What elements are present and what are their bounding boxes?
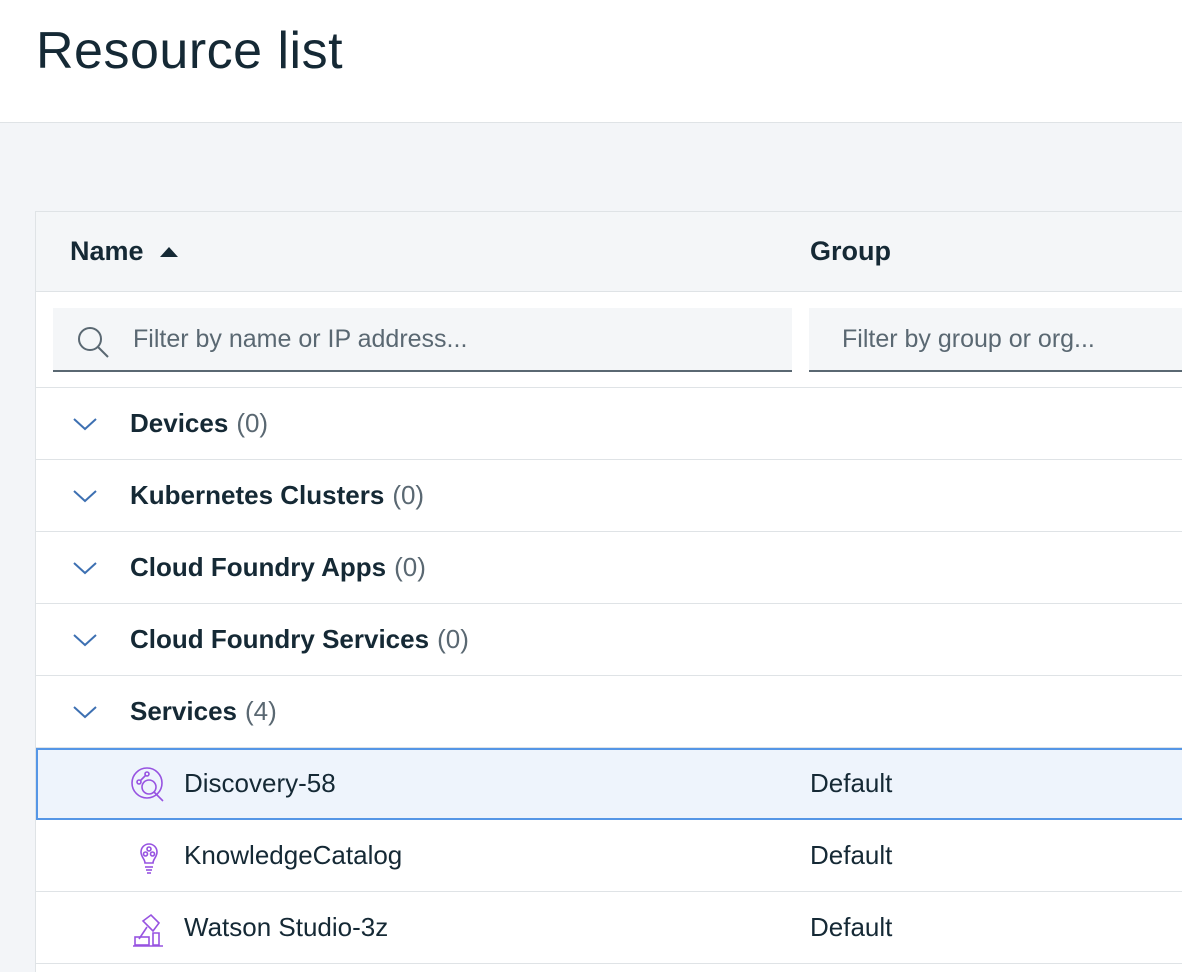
studio-icon — [129, 909, 169, 954]
chevron-down-icon[interactable] — [72, 632, 98, 653]
item-name[interactable]: Watson Studio-3z — [184, 912, 388, 943]
group-label: Cloud Foundry Apps (0) — [130, 552, 426, 583]
group-filter-field — [809, 308, 1182, 372]
table-row-watson-studio[interactable]: Watson Studio-3z Default — [36, 892, 1182, 964]
search-icon — [75, 324, 111, 365]
group-label: Services (4) — [130, 696, 277, 727]
table-header: Name Group — [36, 212, 1182, 292]
item-name[interactable]: Discovery-58 — [184, 768, 336, 799]
group-row-devices[interactable]: Devices (0) — [36, 388, 1182, 460]
lightbulb-icon — [129, 837, 169, 882]
group-count: (0) — [394, 552, 426, 582]
group-filter-input[interactable] — [809, 308, 1182, 370]
name-filter-input[interactable] — [53, 308, 792, 370]
column-header-name-label: Name — [70, 236, 144, 266]
table-row-knowledgecatalog[interactable]: KnowledgeCatalog Default — [36, 820, 1182, 892]
group-row-services[interactable]: Services (4) — [36, 676, 1182, 748]
page-title: Resource list — [36, 22, 344, 80]
name-filter-field — [53, 308, 792, 372]
group-count: (0) — [236, 408, 269, 438]
column-header-group[interactable]: Group — [810, 236, 891, 267]
group-row-cloud-foundry-apps[interactable]: Cloud Foundry Apps (0) — [36, 532, 1182, 604]
item-name[interactable]: KnowledgeCatalog — [184, 840, 402, 871]
group-count: (4) — [244, 696, 277, 726]
group-name: Devices — [130, 408, 229, 438]
item-group: Default — [810, 912, 893, 942]
group-name: Kubernetes Clusters — [130, 480, 385, 510]
column-header-name[interactable]: Name — [70, 236, 180, 267]
group-row-kubernetes-clusters[interactable]: Kubernetes Clusters (0) — [36, 460, 1182, 532]
group-label: Devices (0) — [130, 408, 268, 439]
page-header: Resource list — [0, 0, 1182, 123]
column-header-group-label: Group — [810, 236, 891, 266]
group-count: (0) — [392, 480, 425, 510]
item-group: Default — [810, 768, 893, 798]
table-row-discovery[interactable]: Discovery-58 Default — [36, 748, 1182, 820]
chevron-down-icon[interactable] — [72, 488, 98, 509]
discovery-icon — [129, 765, 169, 810]
item-group: Default — [810, 840, 893, 870]
chevron-down-icon[interactable] — [72, 416, 98, 437]
chevron-down-icon[interactable] — [72, 704, 98, 725]
group-count: (0) — [437, 624, 469, 654]
chevron-down-icon[interactable] — [72, 560, 98, 581]
resource-table: Name Group Devices(0) — [35, 211, 1182, 972]
group-row-cloud-foundry-services[interactable]: Cloud Foundry Services (0) — [36, 604, 1182, 676]
filter-row — [36, 292, 1182, 388]
group-name: Cloud Foundry Services — [130, 624, 430, 654]
sort-ascending-icon[interactable] — [158, 245, 180, 259]
group-label: Kubernetes Clusters (0) — [130, 480, 424, 511]
group-name: Cloud Foundry Apps — [130, 552, 387, 582]
group-name: Services — [130, 696, 237, 726]
group-label: Cloud Foundry Services (0) — [130, 624, 469, 655]
